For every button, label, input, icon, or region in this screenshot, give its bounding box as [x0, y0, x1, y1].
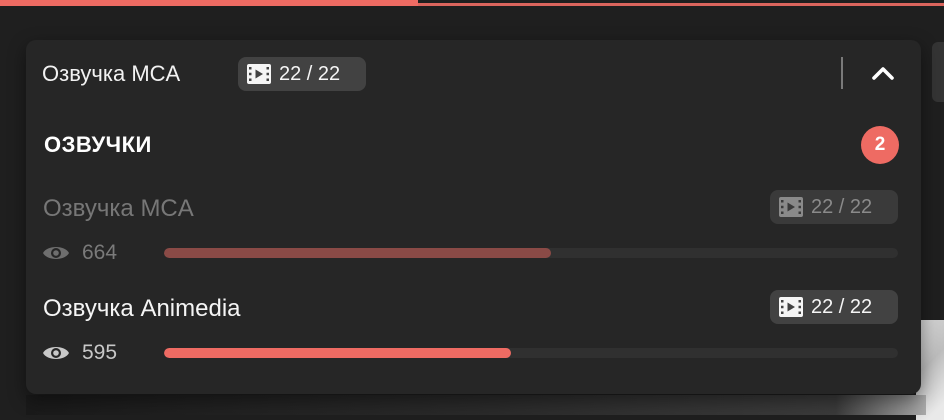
film-icon	[247, 64, 271, 84]
top-progress-strip	[0, 0, 944, 6]
background-card	[932, 42, 944, 102]
dub-selector-header[interactable]: Озвучка MCA 22 / 22	[26, 40, 921, 110]
popularity-bar-fill	[164, 248, 551, 258]
popularity-bar	[164, 248, 898, 258]
dub-selector-panel: Озвучка MCA 22 / 22 ОЗВУЧКИ 2 Озвучка MC…	[26, 40, 921, 394]
collapse-button[interactable]	[866, 56, 900, 90]
dub-name: Озвучка Animedia	[43, 295, 241, 322]
background-video-preview	[26, 395, 926, 415]
dub-name: Озвучка MCA	[43, 195, 194, 222]
episodes-badge: 22 / 22	[770, 290, 898, 324]
views-counter: 664	[42, 240, 117, 266]
film-icon	[779, 197, 803, 217]
section-title: ОЗВУЧКИ	[44, 132, 152, 157]
dub-item-mca[interactable]: Озвучка MCA 22 / 22 664	[26, 190, 921, 282]
views-count: 664	[82, 241, 118, 264]
film-icon	[779, 297, 803, 317]
episodes-badge: 22 / 22	[770, 190, 898, 224]
popularity-bar	[164, 348, 898, 358]
popularity-bar-fill	[164, 348, 512, 358]
views-counter: 595	[42, 340, 117, 366]
episodes-badge: 22 / 22	[238, 57, 366, 91]
episodes-count: 22 / 22	[811, 196, 873, 218]
eye-icon	[43, 247, 69, 259]
episodes-count: 22 / 22	[279, 63, 341, 85]
selected-dub-name: Озвучка MCA	[42, 61, 181, 86]
episodes-count: 22 / 22	[811, 296, 873, 318]
header-divider	[841, 57, 843, 89]
chevron-up-icon	[872, 67, 894, 80]
dub-count-badge: 2	[861, 126, 899, 164]
views-count: 595	[82, 341, 118, 364]
dub-item-animedia[interactable]: Озвучка Animedia 22 / 22 595	[26, 290, 921, 382]
top-progress-fill	[0, 0, 418, 6]
eye-icon	[43, 347, 69, 359]
